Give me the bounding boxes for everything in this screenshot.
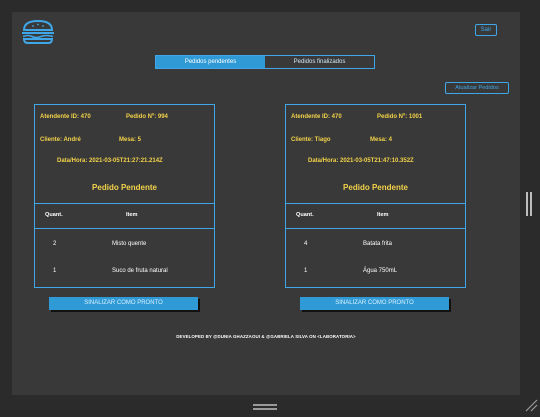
order-card: Atendente ID: 470 Pedido Nº: 1001 Client… xyxy=(285,104,466,288)
tab-finished-orders[interactable]: Pedidos finalizados xyxy=(265,56,374,68)
client-name: Cliente: André xyxy=(40,137,81,143)
burger-logo-icon xyxy=(22,19,54,44)
divider xyxy=(35,228,214,229)
refresh-orders-button[interactable]: Atualizar Pedidos xyxy=(445,82,509,94)
order-card: Atendente ID: 470 Pedido Nº: 994 Cliente… xyxy=(34,104,215,288)
item-name: Água 750mL xyxy=(363,268,398,274)
item-name: Suco de fruta natural xyxy=(112,268,168,274)
col-header-item: Item xyxy=(126,212,138,218)
panel-resize-handle[interactable] xyxy=(525,192,533,216)
attendant-id: Atendente ID: 470 xyxy=(291,114,342,120)
order-status: Pedido Pendente xyxy=(92,183,157,192)
table-number: Mesa: 5 xyxy=(119,137,142,143)
panel-resize-handle-bottom[interactable] xyxy=(253,403,277,411)
order-datetime: Data/Hora: 2021-03-05T21:47:10.352Z xyxy=(308,158,414,164)
col-header-quantity: Quant. xyxy=(296,212,314,218)
client-name: Cliente: Tiago xyxy=(291,137,331,143)
item-quantity: 4 xyxy=(304,241,308,247)
divider xyxy=(286,203,465,204)
item-quantity: 1 xyxy=(304,268,308,274)
window-resize-grip-icon[interactable] xyxy=(524,398,538,412)
divider xyxy=(286,228,465,229)
mark-ready-button[interactable]: SINALIZAR COMO PRONTO xyxy=(300,297,449,310)
col-header-quantity: Quant. xyxy=(45,212,63,218)
col-header-item: Item xyxy=(377,212,389,218)
order-number: Pedido Nº: 1001 xyxy=(377,114,423,120)
logout-button[interactable]: Sair xyxy=(475,24,497,36)
order-number: Pedido Nº: 994 xyxy=(126,114,168,120)
item-name: Batata frita xyxy=(363,241,393,247)
mark-ready-button[interactable]: SINALIZAR COMO PRONTO xyxy=(49,297,198,310)
item-quantity: 2 xyxy=(53,241,57,247)
attendant-id: Atendente ID: 470 xyxy=(40,114,91,120)
divider xyxy=(35,203,214,204)
app-window: Sair Pedidos pendentes Pedidos finalizad… xyxy=(12,12,520,395)
item-name: Misto quente xyxy=(112,241,147,247)
footer-credits: DEVELOPED BY @DUNIA GHAZZAOUI & @GABRIEL… xyxy=(176,334,356,339)
order-datetime: Data/Hora: 2021-03-05T21:27:21.214Z xyxy=(57,158,163,164)
tab-pending-orders[interactable]: Pedidos pendentes xyxy=(156,56,265,68)
table-number: Mesa: 4 xyxy=(370,137,393,143)
item-quantity: 1 xyxy=(53,268,57,274)
order-tabs: Pedidos pendentes Pedidos finalizados xyxy=(155,55,375,69)
order-status: Pedido Pendente xyxy=(343,183,408,192)
